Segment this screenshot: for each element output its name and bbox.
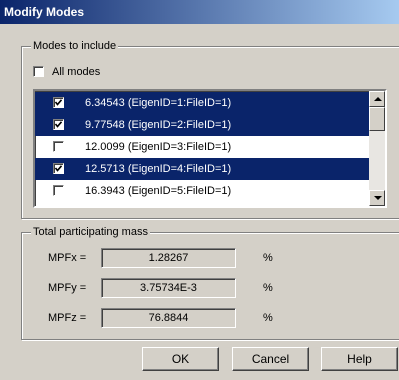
all-modes-checkbox[interactable]: [33, 66, 44, 77]
mode-list-item[interactable]: 12.5713 (EigenID=4:FileID=1): [35, 158, 370, 180]
modes-group-label: Modes to include: [31, 40, 119, 52]
scroll-thumb[interactable]: [369, 107, 385, 131]
title-bar[interactable]: Modify Modes: [0, 0, 399, 24]
checkmark-icon: [55, 165, 62, 172]
mpfx-label: MPFx =: [48, 252, 87, 264]
mode-label: 9.77548 (EigenID=2:FileID=1): [85, 119, 232, 131]
modes-listbox[interactable]: 6.34543 (EigenID=1:FileID=1) 9.77548 (Ei…: [33, 89, 387, 208]
list-scrollbar[interactable]: [369, 91, 385, 206]
all-modes-label: All modes: [52, 66, 101, 78]
mass-group-label: Total participating mass: [31, 226, 150, 238]
mpfz-unit: %: [263, 312, 273, 324]
mode-checkbox[interactable]: [53, 141, 64, 152]
checkmark-icon: [55, 99, 62, 106]
mode-list-item[interactable]: 12.0099 (EigenID=3:FileID=1): [35, 136, 370, 158]
mpfz-value-field: 76.8844: [101, 308, 236, 328]
mode-checkbox[interactable]: [53, 185, 64, 196]
modify-modes-dialog: Modify Modes Modes to include All modes …: [0, 0, 399, 380]
mpfy-label: MPFy =: [48, 282, 87, 294]
mode-checkbox[interactable]: [53, 119, 64, 130]
mode-list-item[interactable]: 16.3943 (EigenID=5:FileID=1): [35, 180, 370, 202]
mode-label: 12.5713 (EigenID=4:FileID=1): [85, 163, 232, 175]
mode-list-item[interactable]: 6.34543 (EigenID=1:FileID=1): [35, 92, 370, 114]
mpfz-label: MPFz =: [48, 312, 87, 324]
mode-list-item[interactable]: 9.77548 (EigenID=2:FileID=1): [35, 114, 370, 136]
arrow-down-icon: [374, 196, 382, 200]
mpfx-unit: %: [263, 252, 273, 264]
scroll-down-button[interactable]: [369, 190, 385, 206]
scroll-up-button[interactable]: [369, 91, 385, 107]
mpfy-value-field: 3.75734E-3: [101, 278, 236, 298]
all-modes-checkbox-control[interactable]: All modes: [33, 66, 123, 80]
mpfx-value-field: 1.28267: [101, 248, 236, 268]
checkmark-icon: [55, 121, 62, 128]
mode-checkbox[interactable]: [53, 163, 64, 174]
arrow-up-icon: [374, 97, 382, 101]
mode-checkbox[interactable]: [53, 97, 64, 108]
mode-label: 12.0099 (EigenID=3:FileID=1): [85, 141, 232, 153]
window-title: Modify Modes: [4, 5, 84, 19]
cancel-button[interactable]: Cancel: [232, 347, 309, 371]
mode-label: 16.3943 (EigenID=5:FileID=1): [85, 185, 232, 197]
ok-button[interactable]: OK: [142, 347, 219, 371]
help-button[interactable]: Help: [321, 347, 398, 371]
mpfy-unit: %: [263, 282, 273, 294]
mode-label: 6.34543 (EigenID=1:FileID=1): [85, 97, 232, 109]
